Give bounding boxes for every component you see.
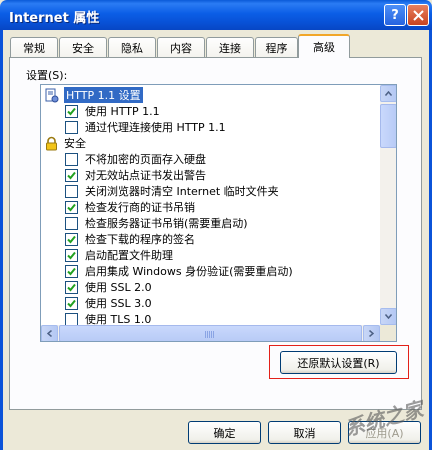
lock-icon bbox=[44, 136, 59, 151]
tab-security[interactable]: 安全 bbox=[59, 37, 107, 57]
horizontal-scroll-thumb[interactable] bbox=[59, 325, 362, 341]
scroll-grip-icon bbox=[205, 331, 214, 338]
chevron-right-icon bbox=[369, 330, 374, 337]
title-bar[interactable]: Internet 属性 ? bbox=[0, 0, 432, 30]
list-item-label: 使用 SSL 2.0 bbox=[85, 281, 152, 294]
scroll-left-button[interactable] bbox=[41, 325, 58, 341]
document-gear-icon bbox=[44, 88, 59, 103]
list-item[interactable]: 不将加密的页面存入硬盘 bbox=[65, 151, 206, 167]
list-item[interactable]: 使用 SSL 3.0 bbox=[65, 295, 152, 311]
list-item[interactable]: 启动配置文件助理 bbox=[65, 247, 173, 263]
list-item-label: 检查发行商的证书吊销 bbox=[85, 201, 195, 214]
checkmark-icon bbox=[67, 171, 76, 179]
checkbox[interactable] bbox=[65, 216, 78, 230]
list-item-label: 启动配置文件助理 bbox=[85, 249, 173, 262]
checkmark-icon bbox=[67, 203, 76, 211]
checkbox[interactable] bbox=[65, 312, 78, 326]
checkmark-icon bbox=[67, 283, 76, 291]
horizontal-scrollbar[interactable] bbox=[41, 325, 380, 341]
list-item[interactable]: 使用 HTTP 1.1 bbox=[65, 103, 160, 119]
list-item-label: 检查服务器证书吊销(需要重启动) bbox=[85, 217, 248, 230]
tab-general[interactable]: 常规 bbox=[10, 37, 58, 57]
checkbox[interactable] bbox=[65, 104, 78, 118]
list-item[interactable]: 检查服务器证书吊销(需要重启动) bbox=[65, 215, 248, 231]
checkbox[interactable] bbox=[65, 280, 78, 294]
checkmark-icon bbox=[67, 235, 76, 243]
tab-advanced[interactable]: 高级 bbox=[298, 34, 350, 58]
scroll-right-button[interactable] bbox=[363, 325, 380, 341]
vertical-scroll-thumb[interactable] bbox=[380, 104, 396, 148]
checkmark-icon bbox=[67, 299, 76, 307]
list-item-label: 关闭浏览器时清空 Internet 临时文件夹 bbox=[85, 185, 279, 198]
scrollbar-corner bbox=[380, 325, 396, 341]
scroll-up-button[interactable] bbox=[380, 85, 396, 102]
ok-button[interactable]: 确定 bbox=[188, 421, 261, 444]
list-item-label: HTTP 1.1 设置 bbox=[64, 87, 143, 103]
vertical-scrollbar[interactable] bbox=[380, 85, 396, 325]
checkbox[interactable] bbox=[65, 184, 78, 198]
checkmark-icon bbox=[67, 267, 76, 275]
list-item-label: 使用 SSL 3.0 bbox=[85, 297, 152, 310]
scroll-down-button[interactable] bbox=[380, 308, 396, 325]
tab-programs[interactable]: 程序 bbox=[255, 37, 298, 57]
help-button[interactable]: ? bbox=[384, 4, 406, 26]
list-item-label: 对无效站点证书发出警告 bbox=[85, 169, 206, 182]
checkmark-icon bbox=[67, 107, 76, 115]
tab-connections[interactable]: 连接 bbox=[206, 37, 254, 57]
list-item[interactable]: 对无效站点证书发出警告 bbox=[65, 167, 206, 183]
chevron-up-icon bbox=[385, 91, 392, 96]
list-item-label: 启用集成 Windows 身份验证(需要重启动) bbox=[85, 265, 293, 278]
list-item-label: 安全 bbox=[64, 137, 86, 150]
list-item-label: 不将加密的页面存入硬盘 bbox=[85, 153, 206, 166]
list-item[interactable]: 检查发行商的证书吊销 bbox=[65, 199, 195, 215]
chevron-left-icon bbox=[47, 330, 52, 337]
checkbox[interactable] bbox=[65, 168, 78, 182]
list-item[interactable]: 使用 SSL 2.0 bbox=[65, 279, 152, 295]
checkbox[interactable] bbox=[65, 296, 78, 310]
help-icon: ? bbox=[391, 7, 399, 23]
list-item-label: 使用 HTTP 1.1 bbox=[85, 105, 160, 118]
tab-privacy[interactable]: 隐私 bbox=[108, 37, 156, 57]
list-item[interactable]: 通过代理连接使用 HTTP 1.1 bbox=[65, 119, 226, 135]
close-icon bbox=[412, 9, 424, 21]
checkbox[interactable] bbox=[65, 264, 78, 278]
checkbox[interactable] bbox=[65, 248, 78, 262]
window-title: Internet 属性 bbox=[9, 11, 100, 26]
settings-list[interactable]: HTTP 1.1 设置 使用 HTTP 1.1 通过代理连接使用 HTTP 1.… bbox=[40, 84, 397, 342]
checkbox[interactable] bbox=[65, 232, 78, 246]
close-button[interactable] bbox=[407, 4, 429, 26]
highlight-outline bbox=[269, 345, 409, 379]
chevron-down-icon bbox=[385, 314, 392, 319]
window-frame-left bbox=[0, 30, 3, 450]
settings-label: 设置(S): bbox=[26, 69, 68, 82]
list-item[interactable]: 检查下载的程序的签名 bbox=[65, 231, 195, 247]
checkbox[interactable] bbox=[65, 152, 78, 166]
list-item[interactable]: 关闭浏览器时清空 Internet 临时文件夹 bbox=[65, 183, 279, 199]
list-category-http[interactable]: HTTP 1.1 设置 bbox=[44, 87, 143, 103]
list-item-label: 检查下载的程序的签名 bbox=[85, 233, 195, 246]
list-item-label: 通过代理连接使用 HTTP 1.1 bbox=[85, 121, 226, 134]
checkbox[interactable] bbox=[65, 120, 78, 134]
checkbox[interactable] bbox=[65, 200, 78, 214]
list-item[interactable]: 启用集成 Windows 身份验证(需要重启动) bbox=[65, 263, 293, 279]
tab-content[interactable]: 内容 bbox=[157, 37, 205, 57]
list-category-security[interactable]: 安全 bbox=[44, 135, 86, 151]
checkmark-icon bbox=[67, 251, 76, 259]
